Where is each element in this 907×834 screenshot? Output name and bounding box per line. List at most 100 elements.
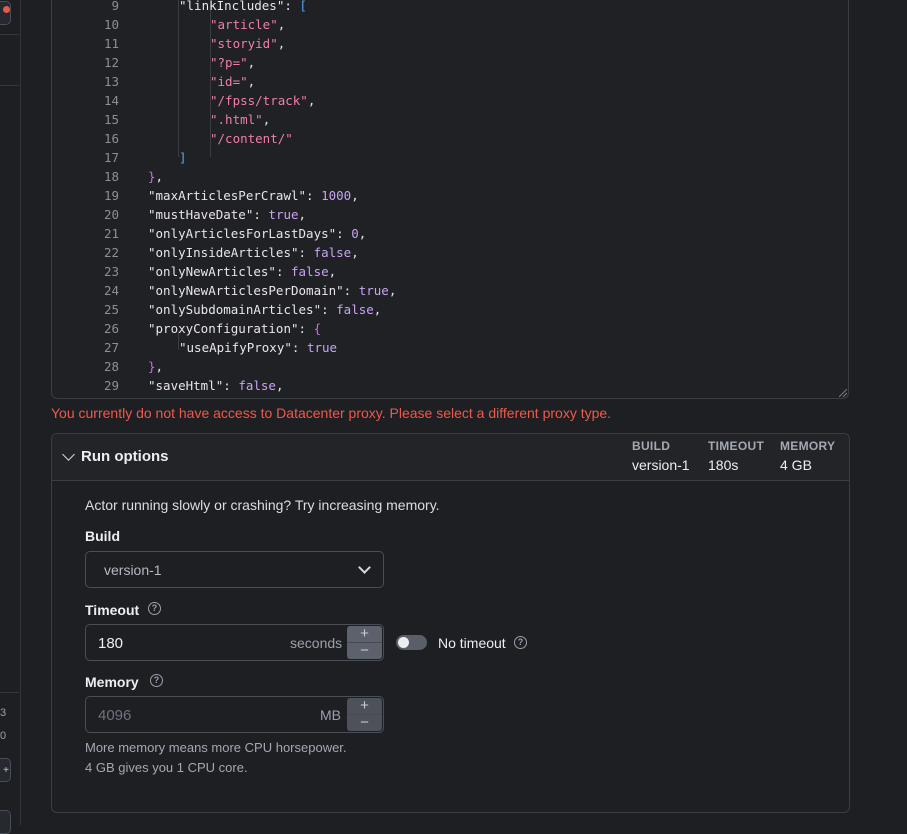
line-code: "mustHaveDate": true,	[148, 207, 307, 222]
sidebar-divider	[0, 692, 19, 693]
input-json-editor[interactable]: 9 "linkIncludes": [ 10 "article", 11 "storyid…	[51, 0, 849, 399]
proxy-error-message: You currently do not have access to Data…	[51, 405, 612, 421]
code-line: 24 "onlyNewArticlesPerDomain": true,	[52, 281, 842, 300]
timeout-stepper: + −	[347, 626, 382, 659]
line-number: 18	[103, 169, 119, 184]
line-number: 23	[103, 264, 119, 279]
line-number: 13	[103, 74, 119, 89]
code-line: 12 "?p=",	[52, 53, 842, 72]
code-line: 21 "onlyArticlesForLastDays": 0,	[52, 224, 842, 243]
line-number: 16	[103, 131, 119, 146]
line-number: 30	[52, 395, 119, 398]
line-number: 15	[103, 112, 119, 127]
line-code: "onlySubdomainArticles": false,	[148, 302, 382, 317]
chevron-down-icon	[358, 561, 371, 574]
toggle-knob	[398, 637, 409, 648]
help-icon[interactable]: ?	[148, 602, 161, 615]
memory-unit: MB	[320, 707, 341, 723]
line-code: "linkIncludes": [	[179, 0, 307, 13]
resize-handle[interactable]	[839, 389, 847, 397]
timeout-meta-value: 180s	[708, 457, 739, 473]
line-code: "saveHtmlAsLink": false,	[148, 395, 329, 398]
notification-dot	[3, 6, 10, 13]
code-line: 10 "article",	[52, 15, 842, 34]
code-line: 23 "onlyNewArticles": false,	[52, 262, 842, 281]
code-line: 18},	[52, 167, 842, 186]
help-icon[interactable]: ?	[150, 674, 163, 687]
line-code: "useApifyProxy": true	[179, 340, 338, 355]
line-number: 28	[103, 359, 119, 374]
code-line: 11 "storyid",	[52, 34, 842, 53]
increment-button[interactable]: +	[347, 698, 382, 714]
timeout-label: Timeout	[85, 602, 140, 618]
line-code: "proxyConfiguration": {	[148, 321, 322, 336]
line-code: "onlyInsideArticles": false,	[148, 245, 359, 260]
code-line: 9 "linkIncludes": [	[52, 0, 842, 15]
code-line: 13 "id=",	[52, 72, 842, 91]
line-code: "onlyArticlesForLastDays": 0,	[148, 226, 367, 241]
line-code: "storyid",	[210, 36, 286, 51]
line-code: "maxArticlesPerCrawl": 1000,	[148, 188, 359, 203]
sidebar-add-button[interactable]: +	[0, 758, 11, 782]
memory-stepper: + −	[347, 698, 382, 731]
line-number: 17	[103, 150, 119, 165]
build-label: Build	[85, 528, 120, 544]
code-line: 28},	[52, 357, 842, 376]
code-line: 30 "saveHtmlAsLink": false,	[52, 395, 842, 398]
run-options-title: Run options	[81, 448, 169, 465]
sidebar-bottom-button[interactable]	[0, 810, 11, 834]
line-number: 9	[111, 0, 119, 13]
run-options-header[interactable]: Run options BUILD version-1 TIMEOUT 180s…	[52, 434, 849, 481]
code-line: 19 "maxArticlesPerCrawl": 1000,	[52, 186, 842, 205]
line-number: 11	[103, 36, 119, 51]
code-line: 20 "mustHaveDate": true,	[52, 205, 842, 224]
line-code: "/fpss/track",	[210, 93, 316, 108]
decrement-button[interactable]: −	[347, 714, 382, 731]
code-line: 29 "saveHtml": false,	[52, 376, 842, 395]
line-number: 20	[103, 207, 119, 222]
decrement-button[interactable]: −	[347, 642, 382, 659]
build-select[interactable]: version-1	[85, 551, 384, 588]
code-line: 27 "useApifyProxy": true	[52, 338, 842, 357]
code-line: 22 "onlyInsideArticles": false,	[52, 243, 842, 262]
increment-button[interactable]: +	[347, 626, 382, 642]
build-meta-label: BUILD	[632, 439, 671, 453]
code-line: 17]	[52, 148, 842, 167]
line-number: 12	[103, 55, 119, 70]
memory-note: More memory means more CPU horsepower.	[85, 740, 347, 755]
line-number: 27	[103, 340, 119, 355]
line-code: ]	[179, 150, 187, 165]
line-number: 10	[103, 17, 119, 32]
sidebar-top-button[interactable]	[0, 1, 11, 25]
sidebar-text: 0	[0, 730, 7, 742]
timeout-unit: seconds	[290, 635, 343, 651]
left-sidebar: 3 0 +	[0, 0, 21, 834]
line-code: "article",	[210, 17, 286, 32]
code-line: 25 "onlySubdomainArticles": false,	[52, 300, 842, 319]
line-number: 14	[103, 93, 119, 108]
timeout-meta-label: TIMEOUT	[708, 439, 765, 453]
build-select-value: version-1	[104, 562, 162, 578]
memory-meta-label: MEMORY	[780, 439, 836, 453]
memory-input[interactable]: 4096 MB + −	[85, 696, 384, 733]
memory-note: 4 GB gives you 1 CPU core.	[85, 760, 248, 775]
line-number: 21	[103, 226, 119, 241]
memory-hint: Actor running slowly or crashing? Try in…	[85, 497, 440, 513]
timeout-value: 180	[98, 635, 124, 652]
line-code: ".html",	[210, 112, 271, 127]
line-code: },	[148, 169, 164, 184]
line-code: "saveHtml": false,	[148, 378, 284, 393]
memory-label: Memory	[85, 674, 139, 690]
line-code: "onlyNewArticlesPerDomain": true,	[148, 283, 397, 298]
timeout-input[interactable]: 180 seconds + −	[85, 624, 384, 661]
line-number: 25	[103, 302, 119, 317]
help-icon[interactable]: ?	[514, 636, 527, 649]
build-meta-value: version-1	[632, 457, 690, 473]
code-line: 16 "/content/"	[52, 129, 842, 148]
line-code: "id=",	[210, 74, 256, 89]
no-timeout-toggle[interactable]	[396, 635, 427, 650]
line-number: 24	[103, 283, 119, 298]
code-line: 26 "proxyConfiguration": {	[52, 319, 842, 338]
run-options-panel: Run options BUILD version-1 TIMEOUT 180s…	[51, 433, 850, 813]
line-number: 19	[103, 188, 119, 203]
